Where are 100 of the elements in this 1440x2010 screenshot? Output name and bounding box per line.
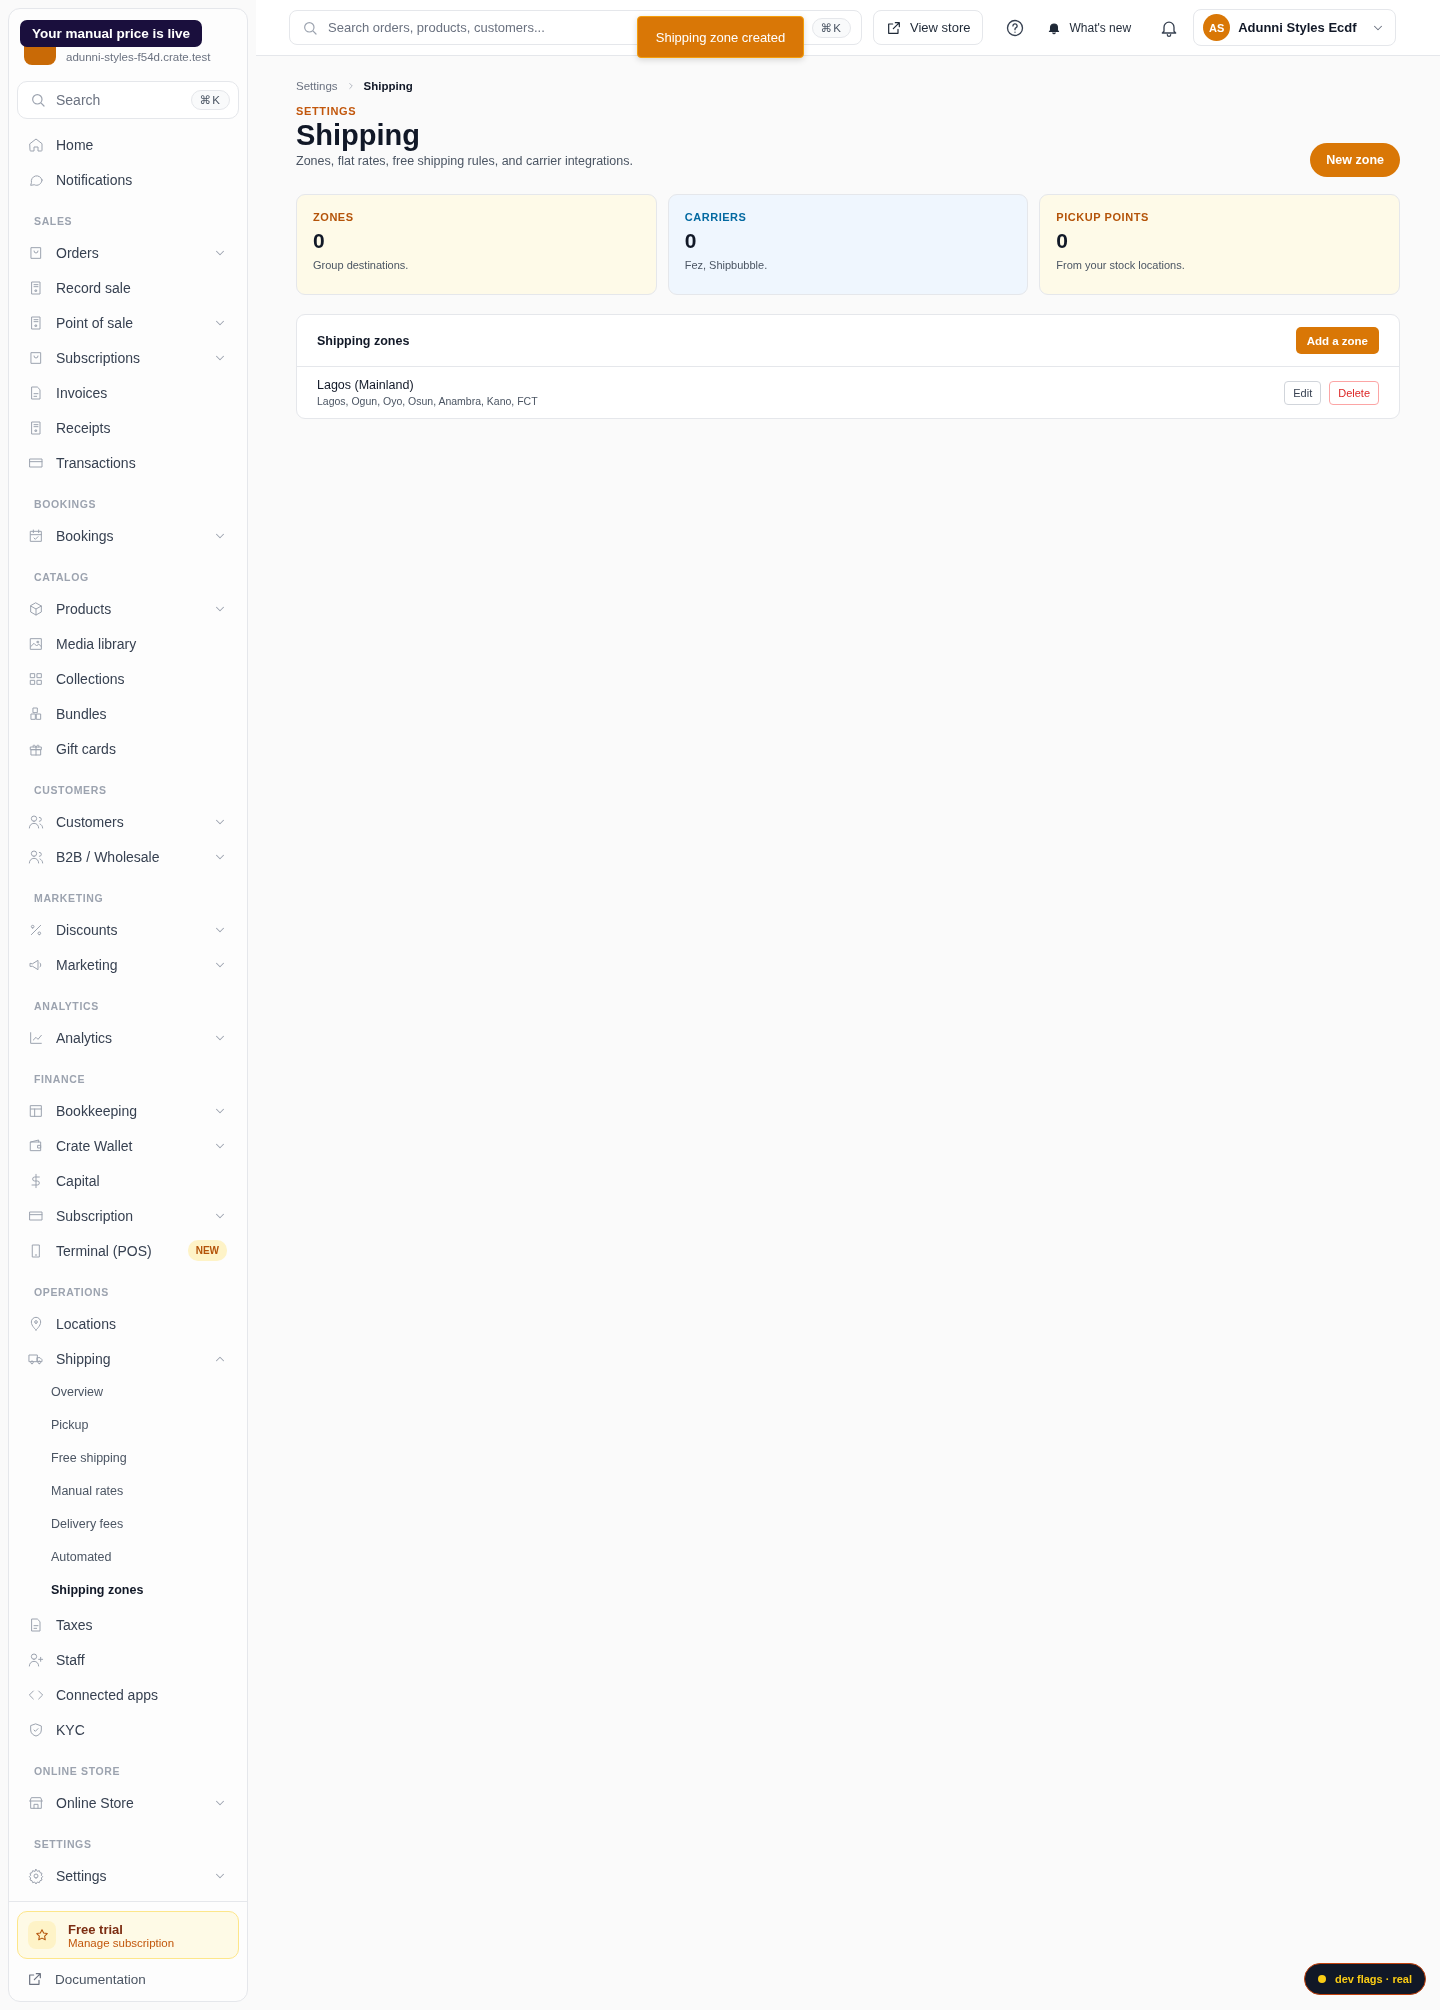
- sidebar-item[interactable]: Connected apps: [21, 1677, 235, 1712]
- sidebar-item[interactable]: Point of sale: [21, 305, 235, 340]
- sidebar-item[interactable]: Marketing: [21, 947, 235, 982]
- people-icon: [28, 848, 44, 865]
- sidebar-subitem[interactable]: Free shipping: [21, 1442, 235, 1475]
- section-label: OPERATIONS: [34, 1285, 110, 1299]
- stat-value: 0: [313, 229, 326, 253]
- external-link-icon: [886, 19, 902, 36]
- trial-title: Free trial: [68, 1921, 124, 1937]
- sidebar-item-label: Staff: [56, 1651, 86, 1668]
- receipt-icon: [28, 419, 44, 436]
- sidebar-subitem[interactable]: Automated: [21, 1541, 235, 1574]
- whats-new-button[interactable]: What's new: [1041, 16, 1138, 39]
- sidebar-item-label: Bookkeeping: [56, 1102, 138, 1119]
- bag-icon: [28, 349, 44, 366]
- sidebar-item-label: Crate Wallet: [56, 1137, 134, 1154]
- sidebar-item[interactable]: Home: [21, 127, 235, 162]
- sidebar-item[interactable]: Invoices: [21, 375, 235, 410]
- sidebar-item[interactable]: Locations: [21, 1306, 235, 1341]
- sidebar-item-label: Online Store: [56, 1794, 135, 1811]
- section-label: CUSTOMERS: [34, 783, 108, 797]
- sidebar-item[interactable]: Capital: [21, 1163, 235, 1198]
- sidebar-item[interactable]: Taxes: [21, 1607, 235, 1642]
- sidebar-item[interactable]: Subscription: [21, 1198, 235, 1233]
- sidebar-item-label: Terminal (POS): [56, 1242, 153, 1259]
- zone-regions: Lagos, Ogun, Oyo, Osun, Anambra, Kano, FCT: [317, 395, 538, 407]
- documentation-link[interactable]: Documentation: [17, 1959, 239, 1995]
- sidebar-item-label: Invoices: [56, 384, 109, 401]
- sidebar-item[interactable]: Crate Wallet: [21, 1128, 235, 1163]
- document-icon: [28, 384, 44, 401]
- documentation-label: Documentation: [55, 1971, 146, 1987]
- bell-icon: [1047, 20, 1062, 35]
- new-badge: NEW: [187, 1240, 227, 1261]
- sidebar-item-label: Receipts: [56, 419, 112, 436]
- sidebar-item[interactable]: Customers: [21, 804, 235, 839]
- stat-value: 0: [1056, 229, 1069, 253]
- sidebar-item-label: Point of sale: [56, 314, 135, 331]
- sidebar-item[interactable]: Shipping: [21, 1341, 235, 1376]
- sidebar-item-label: Discounts: [56, 921, 119, 938]
- sidebar-item[interactable]: Subscriptions: [21, 340, 235, 375]
- section-label: BOOKINGS: [34, 497, 98, 511]
- sidebar-subitem[interactable]: Shipping zones: [21, 1574, 235, 1607]
- sidebar-item-label: Analytics: [56, 1029, 114, 1046]
- sidebar-item[interactable]: Receipts: [21, 410, 235, 445]
- edit-button[interactable]: Edit: [1284, 380, 1322, 405]
- stat-label: PICKUP POINTS: [1056, 211, 1150, 223]
- sidebar-item[interactable]: Terminal (POS) NEW: [21, 1233, 235, 1268]
- sidebar-item[interactable]: Bookkeeping: [21, 1093, 235, 1128]
- sidebar-item-label: Transactions: [56, 454, 137, 471]
- bag-icon: [28, 244, 44, 261]
- sidebar-item[interactable]: Bookings: [21, 518, 235, 553]
- delete-button[interactable]: Delete: [1329, 380, 1379, 405]
- sidebar-item-label: Taxes: [56, 1616, 94, 1633]
- shield-icon: [28, 1721, 44, 1738]
- people-icon: [28, 813, 44, 830]
- sidebar-item[interactable]: Discounts: [21, 912, 235, 947]
- sidebar-item[interactable]: B2B / Wholesale: [21, 839, 235, 874]
- pin-icon: [28, 1315, 44, 1332]
- star-icon: [35, 1928, 49, 1942]
- dev-flags-pill[interactable]: dev flags · real: [1303, 1963, 1426, 1995]
- page-subtitle: Zones, flat rates, free shipping rules, and carrier integrations.: [296, 154, 633, 168]
- manage-link[interactable]: Manage subscription: [68, 1936, 175, 1949]
- sidebar-item[interactable]: KYC: [21, 1712, 235, 1747]
- external-link-icon: [27, 1971, 43, 1987]
- sidebar-item[interactable]: Orders: [21, 235, 235, 270]
- help-icon[interactable]: [1005, 17, 1026, 38]
- sidebar-item[interactable]: Staff: [21, 1642, 235, 1677]
- sidebar-item[interactable]: Notifications: [21, 162, 235, 197]
- sidebar-item[interactable]: Analytics: [21, 1020, 235, 1055]
- sidebar-item[interactable]: Media library: [21, 626, 235, 661]
- sidebar-item[interactable]: Gift cards: [21, 731, 235, 766]
- sidebar-item[interactable]: Bundles: [21, 696, 235, 731]
- sidebar-item-label: Products: [56, 600, 113, 617]
- sidebar-subitem[interactable]: Manual rates: [21, 1475, 235, 1508]
- sidebar-item-label: Record sale: [56, 279, 132, 296]
- sidebar-item[interactable]: Transactions: [21, 445, 235, 480]
- trial-card[interactable]: Free trial Manage subscription: [17, 1911, 239, 1959]
- sidebar-item-label: Shipping: [56, 1350, 112, 1367]
- sidebar-item[interactable]: Online Store: [21, 1785, 235, 1820]
- sidebar-subitem[interactable]: Delivery fees: [21, 1508, 235, 1541]
- sidebar-item[interactable]: Products: [21, 591, 235, 626]
- sidebar-item-label: Notifications: [56, 171, 134, 188]
- sidebar-subitem[interactable]: Overview: [21, 1376, 235, 1409]
- sidebar-item[interactable]: Collections: [21, 661, 235, 696]
- stat-note: Group destinations.: [313, 259, 410, 271]
- sidebar-item-label: Subscriptions: [56, 349, 142, 366]
- sidebar-item-label: KYC: [56, 1721, 86, 1738]
- sidebar-item[interactable]: Settings: [21, 1858, 235, 1893]
- section-label: CATALOG: [34, 570, 90, 584]
- account-menu[interactable]: AS Adunni Styles Ecdf: [1193, 9, 1396, 46]
- stat-note: Fez, Shipbubble.: [684, 259, 769, 271]
- section-label: FINANCE: [34, 1072, 87, 1086]
- cube-icon: [28, 600, 44, 617]
- view-store-button[interactable]: View store: [873, 10, 984, 45]
- sidebar-item-label: Gift cards: [56, 740, 117, 757]
- breadcrumb-item[interactable]: Settings: [296, 80, 338, 92]
- sidebar-item-label: Customers: [56, 813, 125, 830]
- sidebar-subitem[interactable]: Pickup: [21, 1409, 235, 1442]
- sidebar-item[interactable]: Record sale: [21, 270, 235, 305]
- wallet-icon: [28, 1137, 44, 1154]
